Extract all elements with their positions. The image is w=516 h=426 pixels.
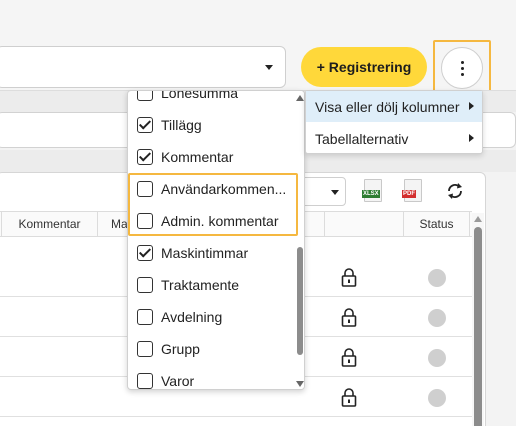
- checkbox[interactable]: [137, 309, 153, 325]
- column-option-admin-kommentar[interactable]: Admin. kommentar: [128, 205, 294, 237]
- xlsx-export-icon[interactable]: XLSX: [362, 179, 384, 203]
- scroll-up-icon[interactable]: [474, 216, 482, 222]
- lock-icon: [341, 308, 357, 327]
- vertical-dots-icon: [460, 59, 464, 77]
- checkbox[interactable]: [137, 91, 153, 101]
- pdf-label: PDF: [402, 190, 416, 198]
- column-header-kommentar[interactable]: Kommentar: [2, 212, 98, 236]
- column-visibility-menu: Lönesumma Tillägg Kommentar Användarkomm…: [127, 90, 305, 390]
- checkbox[interactable]: [137, 373, 153, 389]
- more-options-button[interactable]: [441, 47, 483, 89]
- column-option-traktamente[interactable]: Traktamente: [128, 269, 294, 301]
- chevron-down-icon: [331, 190, 339, 195]
- column-option-varor[interactable]: Varor: [128, 365, 294, 389]
- status-indicator: [428, 309, 446, 327]
- menu-item-show-hide-columns[interactable]: Visa eller dölj kolumner: [306, 91, 482, 122]
- scrollbar-thumb[interactable]: [297, 247, 303, 355]
- table-scrollbar[interactable]: [472, 213, 484, 426]
- checkbox[interactable]: [137, 341, 153, 357]
- pdf-export-icon[interactable]: PDF: [402, 179, 424, 203]
- lock-icon: [341, 388, 357, 407]
- checkbox[interactable]: [137, 117, 153, 133]
- checkbox[interactable]: [137, 277, 153, 293]
- column-header-status[interactable]: Status: [404, 212, 470, 236]
- scroll-up-icon[interactable]: [296, 95, 304, 101]
- chevron-down-icon: [265, 65, 273, 70]
- filter-select[interactable]: [0, 46, 286, 88]
- lock-icon: [341, 268, 357, 287]
- scroll-down-icon[interactable]: [296, 381, 304, 387]
- column-option-lonesumma[interactable]: Lönesumma: [128, 91, 294, 109]
- column-option-kommentar[interactable]: Kommentar: [128, 141, 294, 173]
- lock-icon: [341, 348, 357, 367]
- options-context-menu: Visa eller dölj kolumner Tabellalternati…: [305, 90, 483, 154]
- menu-item-table-options[interactable]: Tabellalternativ: [306, 123, 482, 154]
- status-indicator: [428, 389, 446, 407]
- checkbox[interactable]: [137, 149, 153, 165]
- chevron-right-icon: [469, 134, 474, 142]
- column-header-maskintimmar[interactable]: Ma: [98, 212, 128, 236]
- table-view-select[interactable]: [300, 177, 346, 206]
- checkbox[interactable]: [137, 181, 153, 197]
- column-option-tillagg[interactable]: Tillägg: [128, 109, 294, 141]
- add-registration-button[interactable]: + Registrering: [301, 47, 427, 87]
- chevron-right-icon: [469, 102, 474, 110]
- column-header-lock[interactable]: [324, 212, 404, 236]
- xlsx-label: XLSX: [362, 190, 380, 198]
- column-option-grupp[interactable]: Grupp: [128, 333, 294, 365]
- status-indicator: [428, 349, 446, 367]
- menu-scrollbar[interactable]: [294, 91, 304, 389]
- scrollbar-thumb[interactable]: [474, 227, 482, 426]
- column-option-maskintimmar[interactable]: Maskintimmar: [128, 237, 294, 269]
- checkbox[interactable]: [137, 245, 153, 261]
- checkbox[interactable]: [137, 213, 153, 229]
- column-option-avdelning[interactable]: Avdelning: [128, 301, 294, 333]
- column-option-anvandarkommentar[interactable]: Användarkommen...: [128, 173, 294, 205]
- status-indicator: [428, 269, 446, 287]
- refresh-icon[interactable]: [444, 180, 466, 202]
